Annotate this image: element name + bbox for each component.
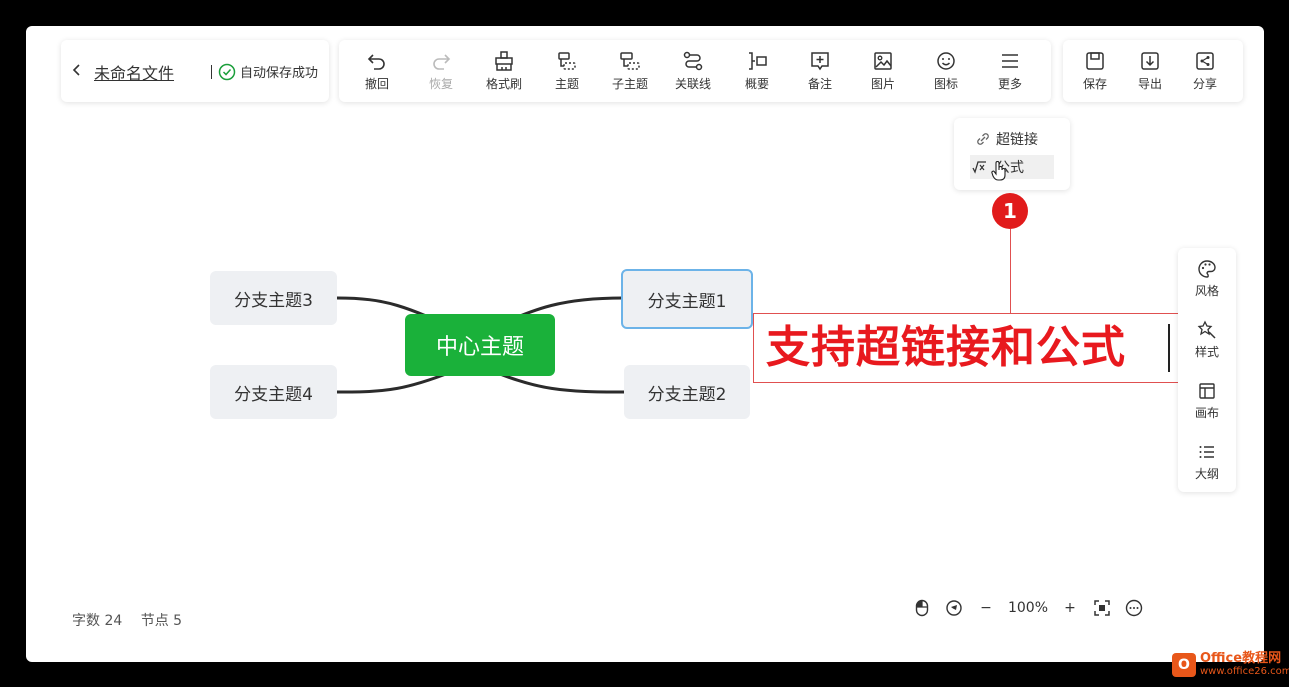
branch-node-2[interactable]: 分支主题2 <box>624 365 750 419</box>
zoom-out-button[interactable]: − <box>970 596 1002 620</box>
watermark-brand: Office教程网 <box>1200 651 1282 666</box>
mindmap-canvas[interactable]: 未命名文件 自动保存成功 撤回 恢复 格式刷 主题 子主题 关联线 概要 备注 … <box>26 26 1264 662</box>
zoom-controls: − 100% + <box>906 596 1150 620</box>
magic-wand-icon <box>1196 319 1218 341</box>
outline-panel-button[interactable]: 大纲 <box>1178 433 1236 491</box>
branch-node-3[interactable]: 分支主题3 <box>210 271 337 325</box>
layout-icon <box>1196 380 1218 402</box>
more-options-icon[interactable] <box>1118 596 1150 620</box>
annotation-text: 支持超链接和公式 <box>766 322 1126 373</box>
watermark: O Office教程网 www.office26.com <box>1172 652 1289 678</box>
branch-node-4[interactable]: 分支主题4 <box>210 365 337 419</box>
text-caret <box>1168 324 1170 372</box>
theme-panel-button[interactable]: 样式 <box>1178 311 1236 369</box>
branch-node-1[interactable]: 分支主题1 <box>621 269 753 329</box>
annotation-line <box>1010 229 1011 313</box>
outline-label: 大纲 <box>1194 467 1219 481</box>
locate-icon[interactable] <box>938 596 970 620</box>
style-label: 风格 <box>1194 284 1219 298</box>
word-count: 字数 24 <box>72 613 123 629</box>
status-bar: 字数 24 节点 5 <box>72 610 196 630</box>
center-topic-node[interactable]: 中心主题 <box>405 314 555 376</box>
zoom-level: 100% <box>1007 600 1049 616</box>
mouse-icon[interactable] <box>906 596 938 620</box>
node-count: 节点 5 <box>140 613 183 629</box>
canvas-label: 画布 <box>1194 406 1219 420</box>
annotation-callout: 支持超链接和公式 <box>753 313 1183 383</box>
list-icon <box>1196 441 1218 463</box>
step-badge: 1 <box>992 193 1028 229</box>
watermark-url: www.office26.com <box>1200 666 1289 677</box>
fit-screen-icon[interactable] <box>1086 596 1118 620</box>
palette-icon <box>1196 258 1218 280</box>
office-logo-icon: O <box>1172 653 1196 677</box>
right-sidebar: 风格 样式 画布 大纲 <box>1178 248 1236 492</box>
zoom-in-button[interactable]: + <box>1054 596 1086 620</box>
style-panel-button[interactable]: 风格 <box>1178 250 1236 308</box>
canvas-panel-button[interactable]: 画布 <box>1178 372 1236 430</box>
theme-label: 样式 <box>1194 345 1219 359</box>
